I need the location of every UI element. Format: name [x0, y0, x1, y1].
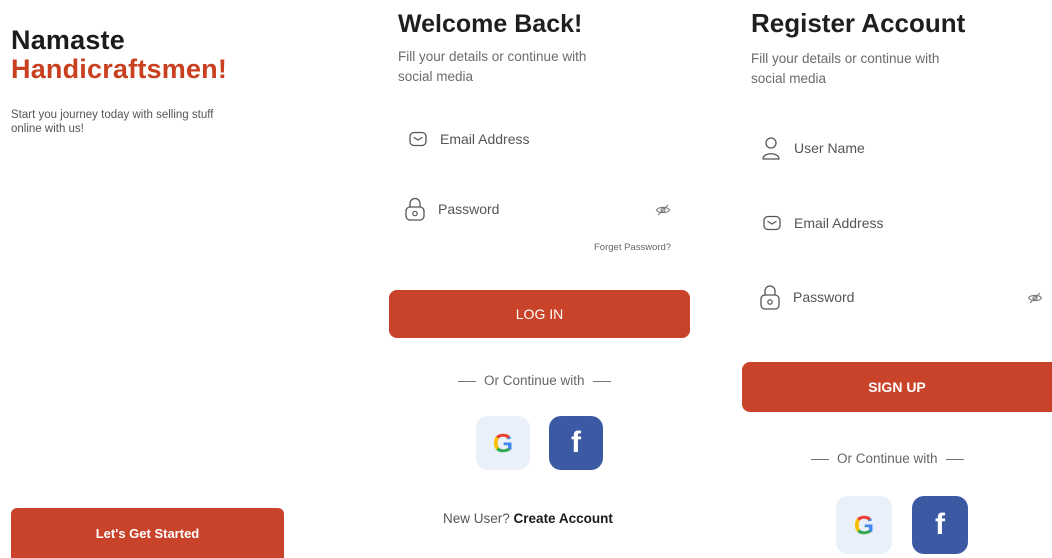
login-divider-text: Or Continue with: [484, 373, 585, 388]
get-started-button[interactable]: Let's Get Started: [11, 508, 284, 558]
login-password-placeholder: Password: [438, 201, 500, 217]
eye-off-icon[interactable]: [1027, 290, 1043, 306]
lock-icon: [759, 283, 781, 311]
greeting-line-2: Handicraftsmen!: [11, 54, 228, 84]
register-google-button[interactable]: G: [836, 496, 892, 554]
login-facebook-button[interactable]: f: [549, 416, 603, 470]
login-email-placeholder: Email Address: [440, 131, 530, 147]
new-user-row: New User? Create Account: [443, 511, 613, 526]
signup-button[interactable]: SIGN UP: [742, 362, 1052, 412]
register-subtitle: Fill your details or continue with socia…: [751, 51, 940, 86]
register-email-field[interactable]: Email Address: [762, 212, 1042, 234]
login-title: Welcome Back!: [398, 10, 583, 38]
forgot-password-link[interactable]: Forget Password?: [594, 242, 671, 253]
login-subtitle: Fill your details or continue with socia…: [398, 49, 587, 84]
lock-icon: [404, 196, 426, 222]
login-password-field[interactable]: Password: [404, 196, 684, 222]
divider-line-right: [592, 380, 611, 382]
login-divider: Or Continue with: [450, 373, 619, 388]
onboarding-subtitle: Start you journey today with selling stu…: [11, 109, 214, 135]
divider-line-left: [458, 380, 476, 382]
new-user-text: New User?: [443, 511, 510, 526]
facebook-icon: f: [935, 508, 945, 541]
login-button[interactable]: LOG IN: [389, 290, 690, 338]
register-divider: Or Continue with: [803, 451, 972, 466]
google-icon: G: [492, 427, 514, 458]
create-account-link[interactable]: Create Account: [514, 511, 613, 526]
greeting-title: Namaste Handicraftsmen!: [11, 26, 227, 84]
register-divider-text: Or Continue with: [837, 451, 938, 466]
register-facebook-button[interactable]: f: [912, 496, 968, 554]
register-username-placeholder: User Name: [794, 140, 865, 156]
register-username-field[interactable]: User Name: [760, 135, 1040, 161]
divider-line-right: [945, 458, 964, 460]
register-password-field[interactable]: Password: [759, 283, 1039, 311]
login-google-button[interactable]: G: [476, 416, 530, 470]
register-password-placeholder: Password: [793, 289, 855, 305]
greeting-line-1: Namaste: [11, 25, 125, 55]
google-icon: G: [853, 509, 875, 540]
eye-off-icon[interactable]: [655, 202, 671, 218]
mail-icon: [408, 129, 428, 149]
login-email-field[interactable]: Email Address: [408, 128, 688, 150]
register-title: Register Account: [751, 8, 966, 38]
user-icon: [760, 135, 782, 161]
mail-icon: [762, 213, 782, 233]
divider-line-left: [811, 458, 829, 460]
register-email-placeholder: Email Address: [794, 215, 884, 231]
facebook-icon: f: [571, 426, 581, 459]
